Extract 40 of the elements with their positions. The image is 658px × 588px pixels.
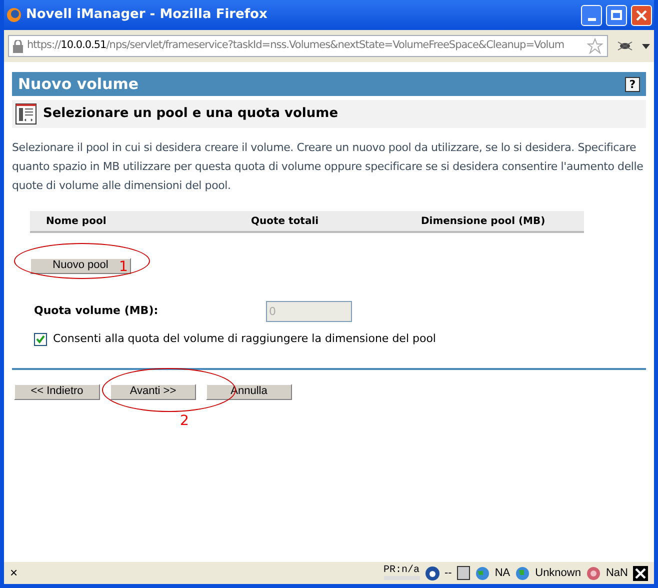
page-icon[interactable] — [456, 566, 470, 580]
description-text: Selezionare il pool in cui si desidera creare il volume. Creare un nuovo pool da utilizzare, se lo si desidera. Specificare quanto spazio in MB utilizzare per questa quota di volume oppure specificare se si desidera consentire l'aumento delle quote di volume alle dimensioni del pool. — [12, 140, 644, 194]
status-text: NaN — [606, 566, 628, 581]
form-button[interactable]: Avanti >> — [110, 384, 196, 400]
annotation-number: 2 — [180, 414, 189, 428]
close-glyph[interactable]: × — [10, 563, 378, 583]
address-field[interactable]: https://10.0.0.51/nps/servlet/frameservice?taskId=nss.Volumes&nextState=VolumeFreeSpace&Cleanup=Volum — [8, 35, 608, 57]
close-button[interactable] — [631, 4, 652, 26]
subheader-title: Selezionare un pool e una quota volume — [43, 105, 338, 124]
bug-icon[interactable] — [616, 39, 634, 53]
url-text: https://10.0.0.51/nps/servlet/frameservice?taskId=nss.Volumes&nextState=VolumeFreeSpace&Cleanup=Volum — [27, 38, 566, 54]
window-title: Novell iManager - Mozilla Firefox — [26, 6, 268, 24]
column-header: Quote totali — [251, 214, 320, 228]
maximize-icon — [611, 10, 622, 20]
firefox-icon — [6, 7, 22, 23]
dropdown-icon[interactable] — [642, 44, 650, 48]
form-button[interactable]: << Indietro — [14, 384, 100, 400]
status-text: NA — [494, 566, 510, 581]
globe-icon[interactable] — [474, 566, 490, 580]
form-icon — [15, 103, 37, 125]
status-text: Unknown — [535, 566, 581, 581]
close-icon — [636, 10, 647, 20]
column-header: Nome pool — [46, 214, 108, 228]
info-icon[interactable] — [424, 566, 440, 580]
pagerank-text: PR:n/a — [384, 566, 420, 580]
minimize-button[interactable] — [581, 4, 602, 26]
column-header: Dimensione pool (MB) — [421, 214, 546, 228]
annotation-number: 1 — [119, 260, 128, 274]
checkbox[interactable] — [34, 332, 47, 346]
page-title: Nuovo volume — [18, 74, 139, 95]
quota-label: Quota volume (MB): — [34, 303, 160, 320]
globe-icon[interactable] — [515, 566, 530, 580]
checkbox-label: Consenti alla quota del volume di raggiungere la dimensione del pool — [53, 331, 436, 347]
minimize-icon — [588, 18, 596, 20]
star-icon[interactable] — [587, 38, 603, 54]
help-button[interactable]: ? — [625, 76, 640, 92]
maximize-button[interactable] — [606, 4, 627, 26]
tools-icon[interactable] — [633, 566, 648, 580]
lock-icon — [13, 40, 23, 52]
status-text: -- — [444, 566, 452, 581]
